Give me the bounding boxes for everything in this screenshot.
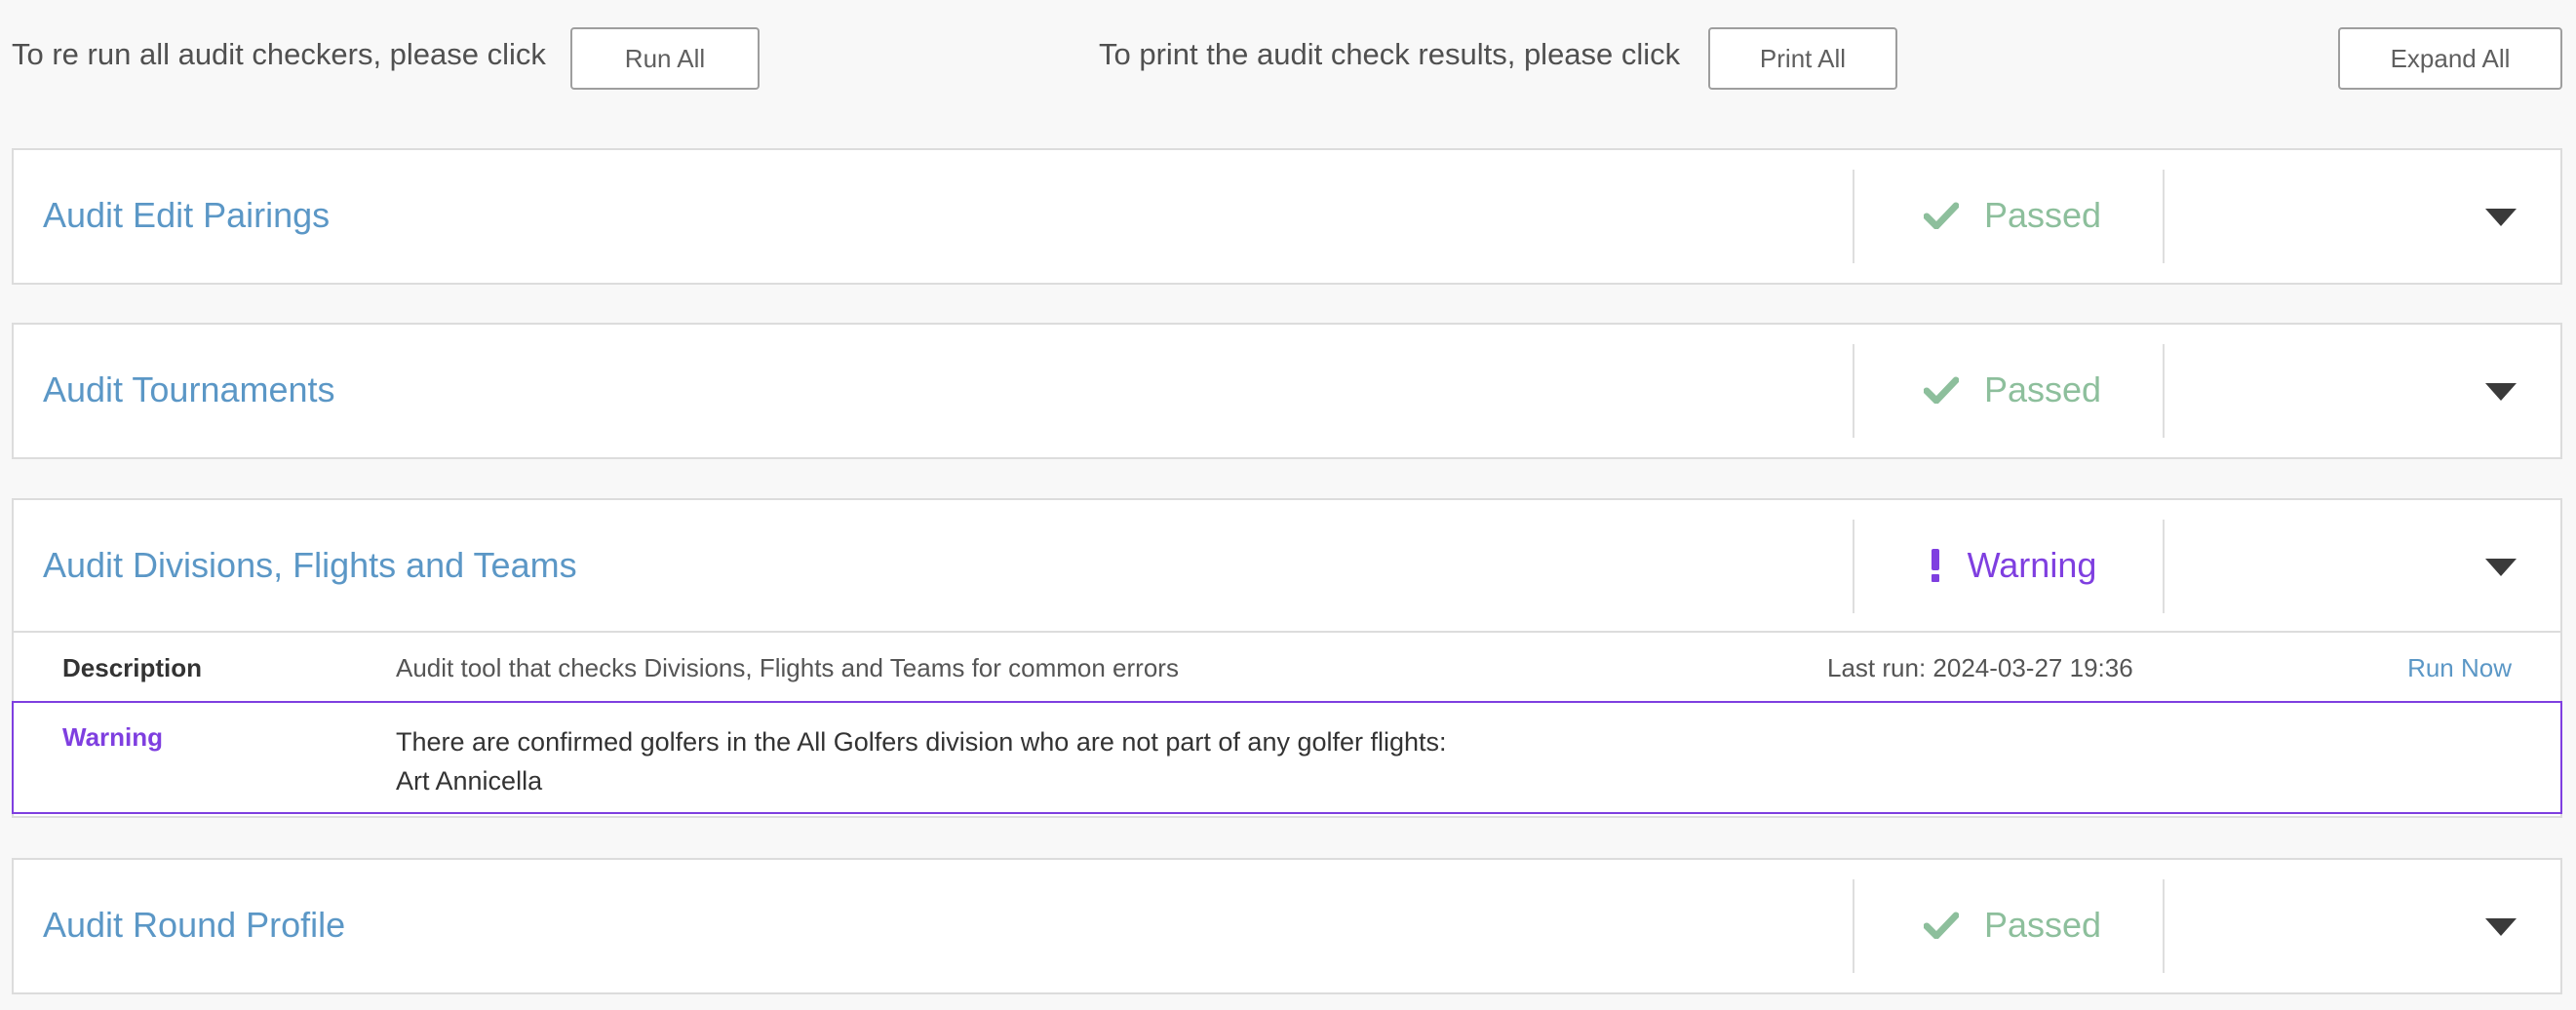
audit-panel-divisions-flights-teams: Audit Divisions, Flights and Teams Warni… [12,498,2562,818]
chevron-down-icon[interactable] [2483,381,2518,403]
warning-label: Warning [62,722,164,752]
expand-all-button[interactable]: Expand All [2338,27,2562,90]
run-all-button[interactable]: Run All [570,27,760,90]
divider [1853,879,1854,973]
divider [1853,344,1854,438]
divider [2163,344,2165,438]
audit-toolbar: To re run all audit checkers, please cli… [0,0,2576,117]
status-badge: Passed [1856,860,2168,991]
status-text: Passed [1983,369,2102,409]
warning-golfer-name: Art Annicella [396,766,543,796]
description-label: Description [62,652,203,682]
status-badge: Passed [1856,325,2168,455]
chevron-down-icon[interactable] [2483,557,2518,578]
warning-box: Warning There are confirmed golfers in t… [12,701,2562,814]
audit-title[interactable]: Audit Round Profile [43,860,345,991]
divider [2163,879,2165,973]
audit-panel-header[interactable]: Audit Tournaments Passed [14,325,2560,455]
status-badge: Passed [1856,150,2168,281]
audit-title[interactable]: Audit Divisions, Flights and Teams [43,500,577,631]
check-icon [1923,202,1959,229]
status-text: Passed [1983,195,2102,235]
divider [2163,520,2165,613]
description-row: Description Audit tool that checks Divis… [14,631,2560,701]
audit-panel-round-profile: Audit Round Profile Passed [12,858,2562,994]
rerun-instruction: To re run all audit checkers, please cli… [12,37,546,71]
print-all-button[interactable]: Print All [1708,27,1897,90]
last-run-text: Last run: 2024-03-27 19:36 [1827,652,2133,682]
chevron-down-icon[interactable] [2483,916,2518,938]
status-text: Warning [1967,545,2097,585]
divider [1853,170,1854,263]
warning-message-text: There are confirmed golfers in the All G… [396,727,1447,757]
run-now-link[interactable]: Run Now [2407,633,2512,703]
description-text: Audit tool that checks Divisions, Flight… [396,652,1179,682]
check-icon [1923,912,1959,939]
audit-panel-edit-pairings: Audit Edit Pairings Passed [12,148,2562,285]
audit-panel-header[interactable]: Audit Divisions, Flights and Teams Warni… [14,500,2560,631]
audit-panel-tournaments: Audit Tournaments Passed [12,323,2562,459]
chevron-down-icon[interactable] [2483,207,2518,228]
status-badge: Warning [1856,500,2168,631]
audit-title[interactable]: Audit Edit Pairings [43,150,330,281]
status-text: Passed [1983,905,2102,945]
exclamation-icon [1929,549,1942,582]
audit-title[interactable]: Audit Tournaments [43,325,335,455]
divider [1853,520,1854,613]
audit-panel-header[interactable]: Audit Edit Pairings Passed [14,150,2560,281]
divider [2163,170,2165,263]
check-icon [1923,376,1959,404]
warning-message: There are confirmed golfers in the All G… [396,722,1447,800]
audit-panel-header[interactable]: Audit Round Profile Passed [14,860,2560,991]
print-instruction: To print the audit check results, please… [1099,37,1681,71]
